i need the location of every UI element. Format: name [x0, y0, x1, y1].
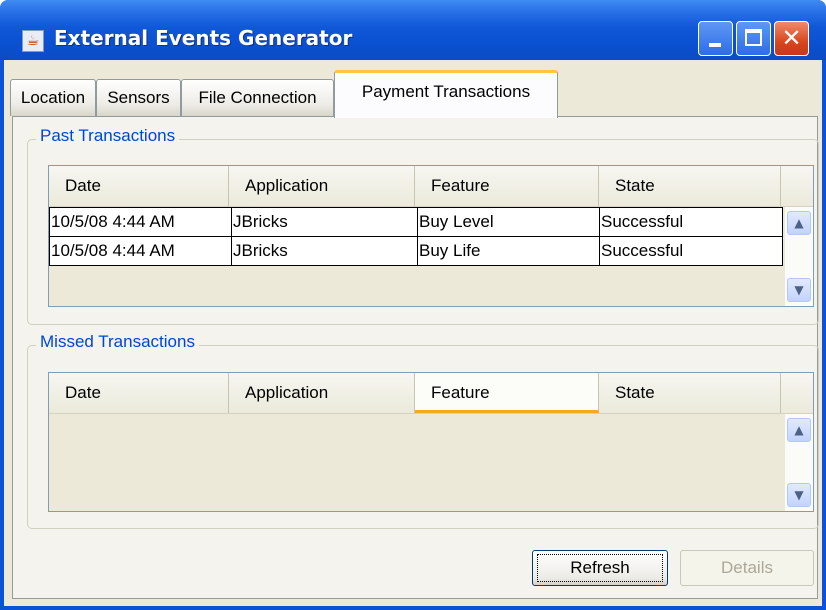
cell-feature: Buy Life: [418, 237, 600, 265]
cell-state: Successful: [601, 212, 684, 231]
cell-date: 10/5/08 4:44 AM: [50, 237, 232, 265]
chevron-up-icon: ▲: [794, 216, 804, 230]
tab-payment-transactions[interactable]: Payment Transactions: [334, 70, 558, 118]
past-transactions-table: Date Application Feature State 10/5/08 4…: [48, 165, 814, 307]
missed-transactions-group: Missed Transactions Date Application Fea…: [27, 332, 819, 529]
tab-sensors[interactable]: Sensors: [96, 79, 181, 116]
table-row[interactable]: 10/5/08 4:44 AM JBricks Buy Level Succes…: [49, 207, 783, 237]
maximize-button[interactable]: [736, 21, 771, 56]
details-label: Details: [721, 558, 773, 577]
window-title: External Events Generator: [54, 26, 353, 50]
refresh-button[interactable]: Refresh: [532, 550, 668, 586]
column-header-state[interactable]: State: [599, 373, 781, 413]
column-header-state[interactable]: State: [599, 166, 781, 206]
tab-location[interactable]: Location: [10, 79, 96, 116]
cell-application: JBricks: [232, 237, 418, 265]
maximize-icon: [745, 29, 762, 46]
tab-file-connection[interactable]: File Connection: [181, 79, 334, 116]
column-header-application[interactable]: Application: [229, 373, 415, 413]
past-transactions-group: Past Transactions Date Application Featu…: [27, 126, 819, 325]
column-header-feature[interactable]: Feature: [415, 166, 599, 206]
table-header: Date Application Feature State: [49, 373, 813, 414]
app-window: ☕ External Events Generator ✕ Location S…: [0, 0, 826, 610]
column-header-feature[interactable]: Feature: [415, 373, 599, 413]
column-header-date[interactable]: Date: [49, 373, 229, 413]
scroll-down-button[interactable]: ▼: [787, 483, 811, 507]
tab-strip: Location Sensors File Connection Payment…: [4, 66, 822, 118]
java-coffee-cup-icon[interactable]: ☕: [22, 30, 44, 52]
minimize-button[interactable]: [698, 21, 733, 56]
vertical-scrollbar[interactable]: ▲ ▼: [785, 207, 813, 306]
cell-state: Successful: [601, 241, 684, 260]
column-header-application[interactable]: Application: [229, 166, 415, 206]
chevron-down-icon: ▼: [794, 283, 804, 297]
missed-transactions-title: Missed Transactions: [36, 332, 199, 352]
chevron-up-icon: ▲: [794, 423, 804, 437]
scroll-up-button[interactable]: ▲: [787, 211, 811, 235]
column-header-date[interactable]: Date: [49, 166, 229, 206]
details-button[interactable]: Details: [680, 550, 814, 586]
scroll-down-button[interactable]: ▼: [787, 278, 811, 302]
missed-transactions-table: Date Application Feature State ▲ ▼: [48, 372, 814, 512]
title-bar[interactable]: ☕ External Events Generator ✕: [0, 0, 826, 60]
cell-application: JBricks: [232, 208, 418, 236]
close-button[interactable]: ✕: [774, 21, 809, 56]
cell-date: 10/5/08 4:44 AM: [50, 208, 232, 236]
past-transactions-title: Past Transactions: [36, 126, 180, 146]
focus-ring: [537, 554, 663, 582]
payment-transactions-panel: Past Transactions Date Application Featu…: [12, 116, 819, 599]
minimize-icon: [709, 43, 721, 47]
table-row[interactable]: 10/5/08 4:44 AM JBricks Buy Life Success…: [49, 236, 783, 266]
cell-feature: Buy Level: [418, 208, 600, 236]
table-header: Date Application Feature State: [49, 166, 813, 207]
close-icon: ✕: [781, 24, 802, 52]
scroll-up-button[interactable]: ▲: [787, 418, 811, 442]
vertical-scrollbar[interactable]: ▲ ▼: [785, 414, 813, 511]
chevron-down-icon: ▼: [794, 488, 804, 502]
window-client-area: Location Sensors File Connection Payment…: [4, 60, 822, 606]
